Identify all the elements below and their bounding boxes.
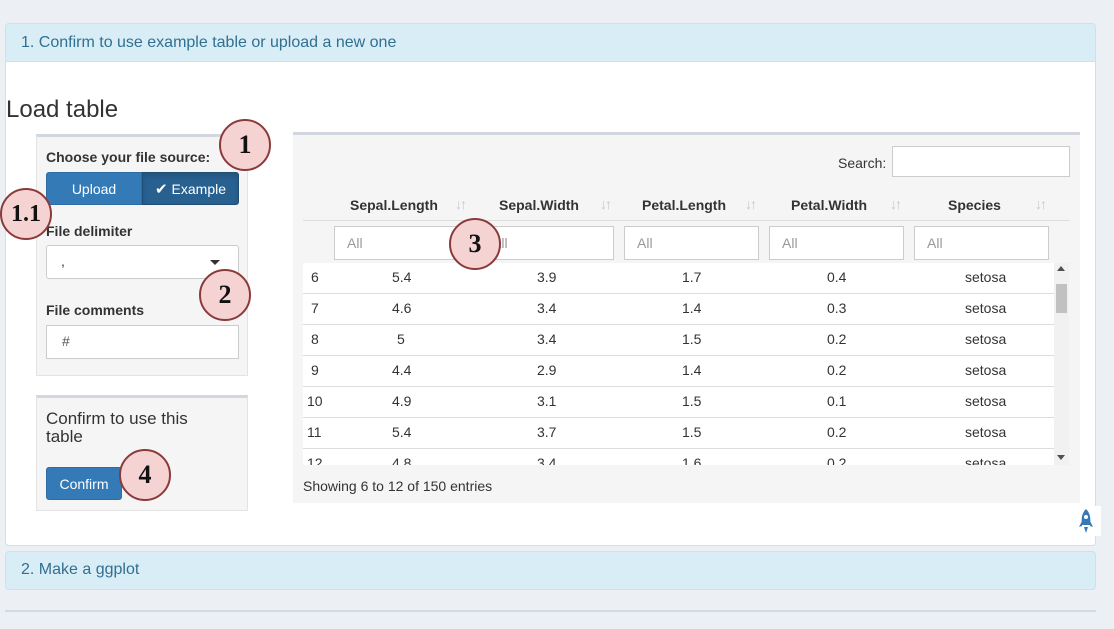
table-body: 6 5.4 3.9 1.7 0.4 setosa 7 4.6 3.4 1.4 0…	[303, 263, 1069, 465]
cell: setosa	[965, 424, 1007, 440]
table-header: Sepal.Length ↓↑ Sepal.Width ↓↑ Petal.Len…	[303, 185, 1070, 221]
table-info: Showing 6 to 12 of 150 entries	[303, 478, 493, 494]
cell: 3.1	[537, 393, 557, 409]
table-row[interactable]: 8 5 3.4 1.5 0.2 setosa	[303, 325, 1069, 356]
table-row[interactable]: 9 4.4 2.9 1.4 0.2 setosa	[303, 356, 1069, 387]
cell: 1.5	[682, 424, 702, 440]
table-row[interactable]: 6 5.4 3.9 1.7 0.4 setosa	[303, 263, 1069, 294]
rocket-icon[interactable]	[1071, 506, 1101, 536]
file-comments-label: File comments	[46, 302, 145, 318]
column-header-sepal-length[interactable]: Sepal.Length	[350, 197, 438, 213]
cell: 1.5	[682, 393, 702, 409]
data-table-box: Search: Sepal.Length ↓↑ Sepal.Width ↓↑ P…	[293, 132, 1080, 503]
divider	[5, 610, 1096, 612]
column-header-species[interactable]: Species	[948, 197, 1001, 213]
annotation-badge: 1	[219, 119, 271, 171]
example-button[interactable]: ✔ Example	[142, 172, 239, 205]
cell: setosa	[965, 455, 1007, 465]
confirm-button[interactable]: Confirm	[46, 467, 122, 500]
cell: 4.4	[392, 362, 412, 378]
file-options-well: Choose your file source: Upload ✔ Exampl…	[36, 134, 248, 376]
column-header-petal-width[interactable]: Petal.Width	[791, 197, 867, 213]
cell: 3.7	[537, 424, 557, 440]
cell: setosa	[965, 300, 1007, 316]
check-icon: ✔	[154, 180, 168, 198]
cell: 3.4	[537, 300, 557, 316]
annotation-badge: 3	[449, 218, 501, 270]
file-delimiter-label: File delimiter	[46, 223, 133, 239]
cell: 0.1	[827, 393, 847, 409]
cell: 0.4	[827, 269, 847, 285]
cell: 0.3	[827, 300, 847, 316]
cell: 2.9	[537, 362, 557, 378]
row-index: 11	[307, 424, 322, 440]
upload-button[interactable]: Upload	[46, 172, 142, 205]
load-table-title: Load table	[6, 96, 119, 123]
annotation-badge: 2	[199, 269, 251, 321]
cell: 4.8	[392, 455, 412, 465]
row-index: 10	[307, 393, 323, 409]
file-delimiter-value: ,	[61, 253, 65, 269]
row-index: 12	[307, 455, 323, 465]
cell: 0.2	[827, 362, 847, 378]
cell: 1.4	[682, 362, 702, 378]
cell: 4.6	[392, 300, 412, 316]
row-index: 7	[311, 300, 319, 316]
file-comments-input[interactable]: #	[46, 325, 239, 359]
table-row[interactable]: 12 4.8 3.4 1.6 0.2 setosa	[303, 449, 1069, 465]
cell: setosa	[965, 393, 1007, 409]
filter-petal-width[interactable]: All	[769, 226, 904, 260]
chevron-down-icon	[210, 260, 220, 265]
scrollbar-thumb[interactable]	[1056, 284, 1067, 313]
sort-icon[interactable]: ↓↑	[455, 196, 467, 212]
cell: 1.7	[682, 269, 702, 285]
sort-icon[interactable]: ↓↑	[745, 196, 757, 212]
cell: setosa	[965, 331, 1007, 347]
cell: 0.2	[827, 455, 847, 465]
row-index: 8	[311, 331, 319, 347]
cell: 5.4	[392, 424, 412, 440]
cell: setosa	[965, 362, 1007, 378]
panel-2-header[interactable]: 2. Make a ggplot	[5, 551, 1096, 590]
cell: 4.9	[392, 393, 412, 409]
sort-icon[interactable]: ↓↑	[890, 196, 902, 212]
cell: 0.2	[827, 331, 847, 347]
cell: 3.4	[537, 331, 557, 347]
sort-icon[interactable]: ↓↑	[1035, 196, 1047, 212]
search-input[interactable]	[892, 146, 1070, 177]
cell: 3.9	[537, 269, 557, 285]
column-header-sepal-width[interactable]: Sepal.Width	[499, 197, 579, 213]
row-index: 6	[311, 269, 319, 285]
cell: setosa	[965, 269, 1007, 285]
cell: 3.4	[537, 455, 557, 465]
cell: 0.2	[827, 424, 847, 440]
search-label: Search:	[838, 155, 887, 171]
confirm-title: Confirm to use this table	[46, 409, 188, 446]
row-index: 9	[311, 362, 319, 378]
panel-1-header[interactable]: 1. Confirm to use example table or uploa…	[6, 24, 1095, 62]
scroll-down-icon[interactable]	[1057, 455, 1065, 460]
filter-species[interactable]: All	[914, 226, 1049, 260]
file-source-toggle: Upload ✔ Example	[46, 172, 239, 205]
column-header-petal-length[interactable]: Petal.Length	[642, 197, 726, 213]
table-row[interactable]: 7 4.6 3.4 1.4 0.3 setosa	[303, 294, 1069, 325]
table-scrollbar[interactable]	[1054, 263, 1069, 465]
cell: 1.5	[682, 331, 702, 347]
example-button-label: Example	[171, 180, 227, 197]
table-row[interactable]: 10 4.9 3.1 1.5 0.1 setosa	[303, 387, 1069, 418]
sort-icon[interactable]: ↓↑	[600, 196, 612, 212]
cell: 1.4	[682, 300, 702, 316]
cell: 5.4	[392, 269, 412, 285]
cell: 1.6	[682, 455, 702, 465]
file-source-label: Choose your file source:	[46, 149, 211, 165]
cell: 5	[397, 331, 405, 347]
table-row[interactable]: 11 5.4 3.7 1.5 0.2 setosa	[303, 418, 1069, 449]
scroll-up-icon[interactable]	[1057, 266, 1065, 271]
annotation-badge: 1.1	[0, 188, 52, 240]
annotation-badge: 4	[119, 449, 171, 501]
filter-petal-length[interactable]: All	[624, 226, 759, 260]
